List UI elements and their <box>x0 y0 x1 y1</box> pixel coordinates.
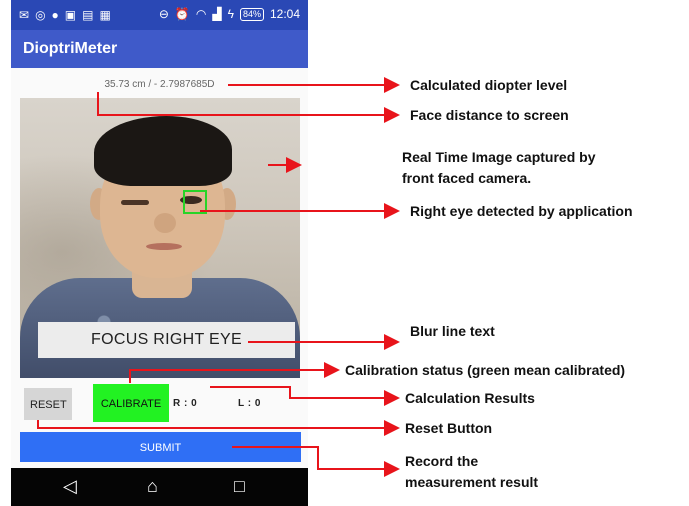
annotation-record-line1: Record the <box>405 453 479 469</box>
annotation-diopter: Calculated diopter level <box>410 77 568 93</box>
annotation-calibration: Calibration status (green mean calibrate… <box>345 362 626 378</box>
annotation-distance: Face distance to screen <box>410 107 569 123</box>
arrow-submit <box>232 446 400 477</box>
annotation-record-line2: measurement result <box>405 474 539 490</box>
arrow-results <box>210 386 400 406</box>
annotation-eye: Right eye detected by application <box>410 203 633 219</box>
annotation-blur: Blur line text <box>410 323 495 339</box>
arrow-calibration <box>129 362 340 383</box>
annotation-realtime-line1: Real Time Image captured by <box>402 149 596 165</box>
annotation-results: Calculation Results <box>405 390 535 406</box>
annotation-arrows <box>37 77 400 477</box>
annotation-realtime-line2: front faced camera. <box>402 170 532 186</box>
arrow-reset <box>37 420 400 436</box>
annotation-reset: Reset Button <box>405 420 493 436</box>
arrow-distance <box>97 92 400 123</box>
